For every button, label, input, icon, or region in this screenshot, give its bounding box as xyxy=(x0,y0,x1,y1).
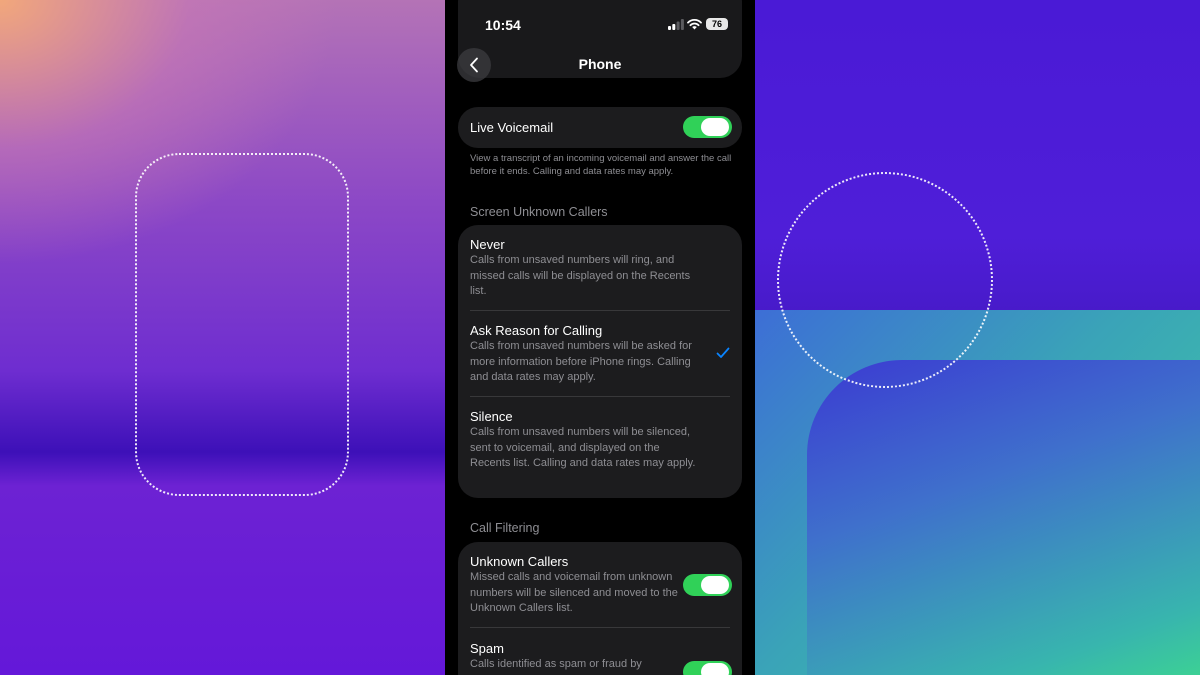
live-voicemail-label: Live Voicemail xyxy=(470,120,554,135)
live-voicemail-card: Live Voicemail xyxy=(458,107,742,148)
option-label: Never xyxy=(470,237,505,252)
wifi-icon xyxy=(687,19,702,30)
section-header-call-filtering: Call Filtering xyxy=(470,521,540,535)
option-description: Calls from unsaved numbers will be asked… xyxy=(470,340,692,383)
option-description: Calls from unsaved numbers will ring, an… xyxy=(470,254,691,297)
spam-label: Spam xyxy=(470,641,504,656)
live-voicemail-footnote: View a transcript of an incoming voicema… xyxy=(470,153,732,177)
checkmark-icon xyxy=(716,347,730,358)
toggle-knob xyxy=(701,576,729,594)
background-teal-inner xyxy=(807,360,1200,675)
phone-screen: 10:54 76 Phone Live Voicemail View a tra… xyxy=(445,0,755,675)
screen-unknown-callers-card: Never Calls from unsaved numbers will ri… xyxy=(458,225,742,498)
status-bar: 10:54 76 xyxy=(445,0,755,44)
divider xyxy=(470,627,730,628)
option-never[interactable]: Never Calls from unsaved numbers will ri… xyxy=(470,237,700,300)
option-silence[interactable]: Silence Calls from unsaved numbers will … xyxy=(470,409,700,472)
unknown-callers-description: Missed calls and voicemail from unknown … xyxy=(470,571,678,614)
option-description: Calls from unsaved numbers will be silen… xyxy=(470,426,696,469)
status-time: 10:54 xyxy=(485,17,521,33)
option-label: Silence xyxy=(470,409,513,424)
unknown-callers-toggle[interactable] xyxy=(683,574,732,596)
unknown-callers-label: Unknown Callers xyxy=(470,554,569,569)
toggle-knob xyxy=(701,663,729,675)
call-filtering-card: Unknown Callers Missed calls and voicema… xyxy=(458,542,742,675)
spam-description: Calls identified as spam or fraud by xyxy=(470,658,642,670)
spam-toggle[interactable] xyxy=(683,661,732,675)
toggle-knob xyxy=(701,118,729,136)
spam-row: Spam Calls identified as spam or fraud b… xyxy=(470,641,680,673)
decorative-dotted-rounded-rect xyxy=(135,153,349,496)
live-voicemail-toggle[interactable] xyxy=(683,116,732,138)
unknown-callers-row: Unknown Callers Missed calls and voicema… xyxy=(470,554,680,617)
page-title: Phone xyxy=(578,56,622,72)
navigation-bar: Phone xyxy=(445,44,755,88)
divider xyxy=(470,310,730,311)
cellular-signal-icon xyxy=(668,19,684,30)
option-label: Ask Reason for Calling xyxy=(470,323,603,338)
option-ask-reason[interactable]: Ask Reason for Calling Calls from unsave… xyxy=(470,323,700,386)
battery-icon: 76 xyxy=(706,18,728,30)
section-header-screen-unknown: Screen Unknown Callers xyxy=(470,205,608,219)
decorative-dotted-circle xyxy=(777,172,993,388)
divider xyxy=(470,396,730,397)
